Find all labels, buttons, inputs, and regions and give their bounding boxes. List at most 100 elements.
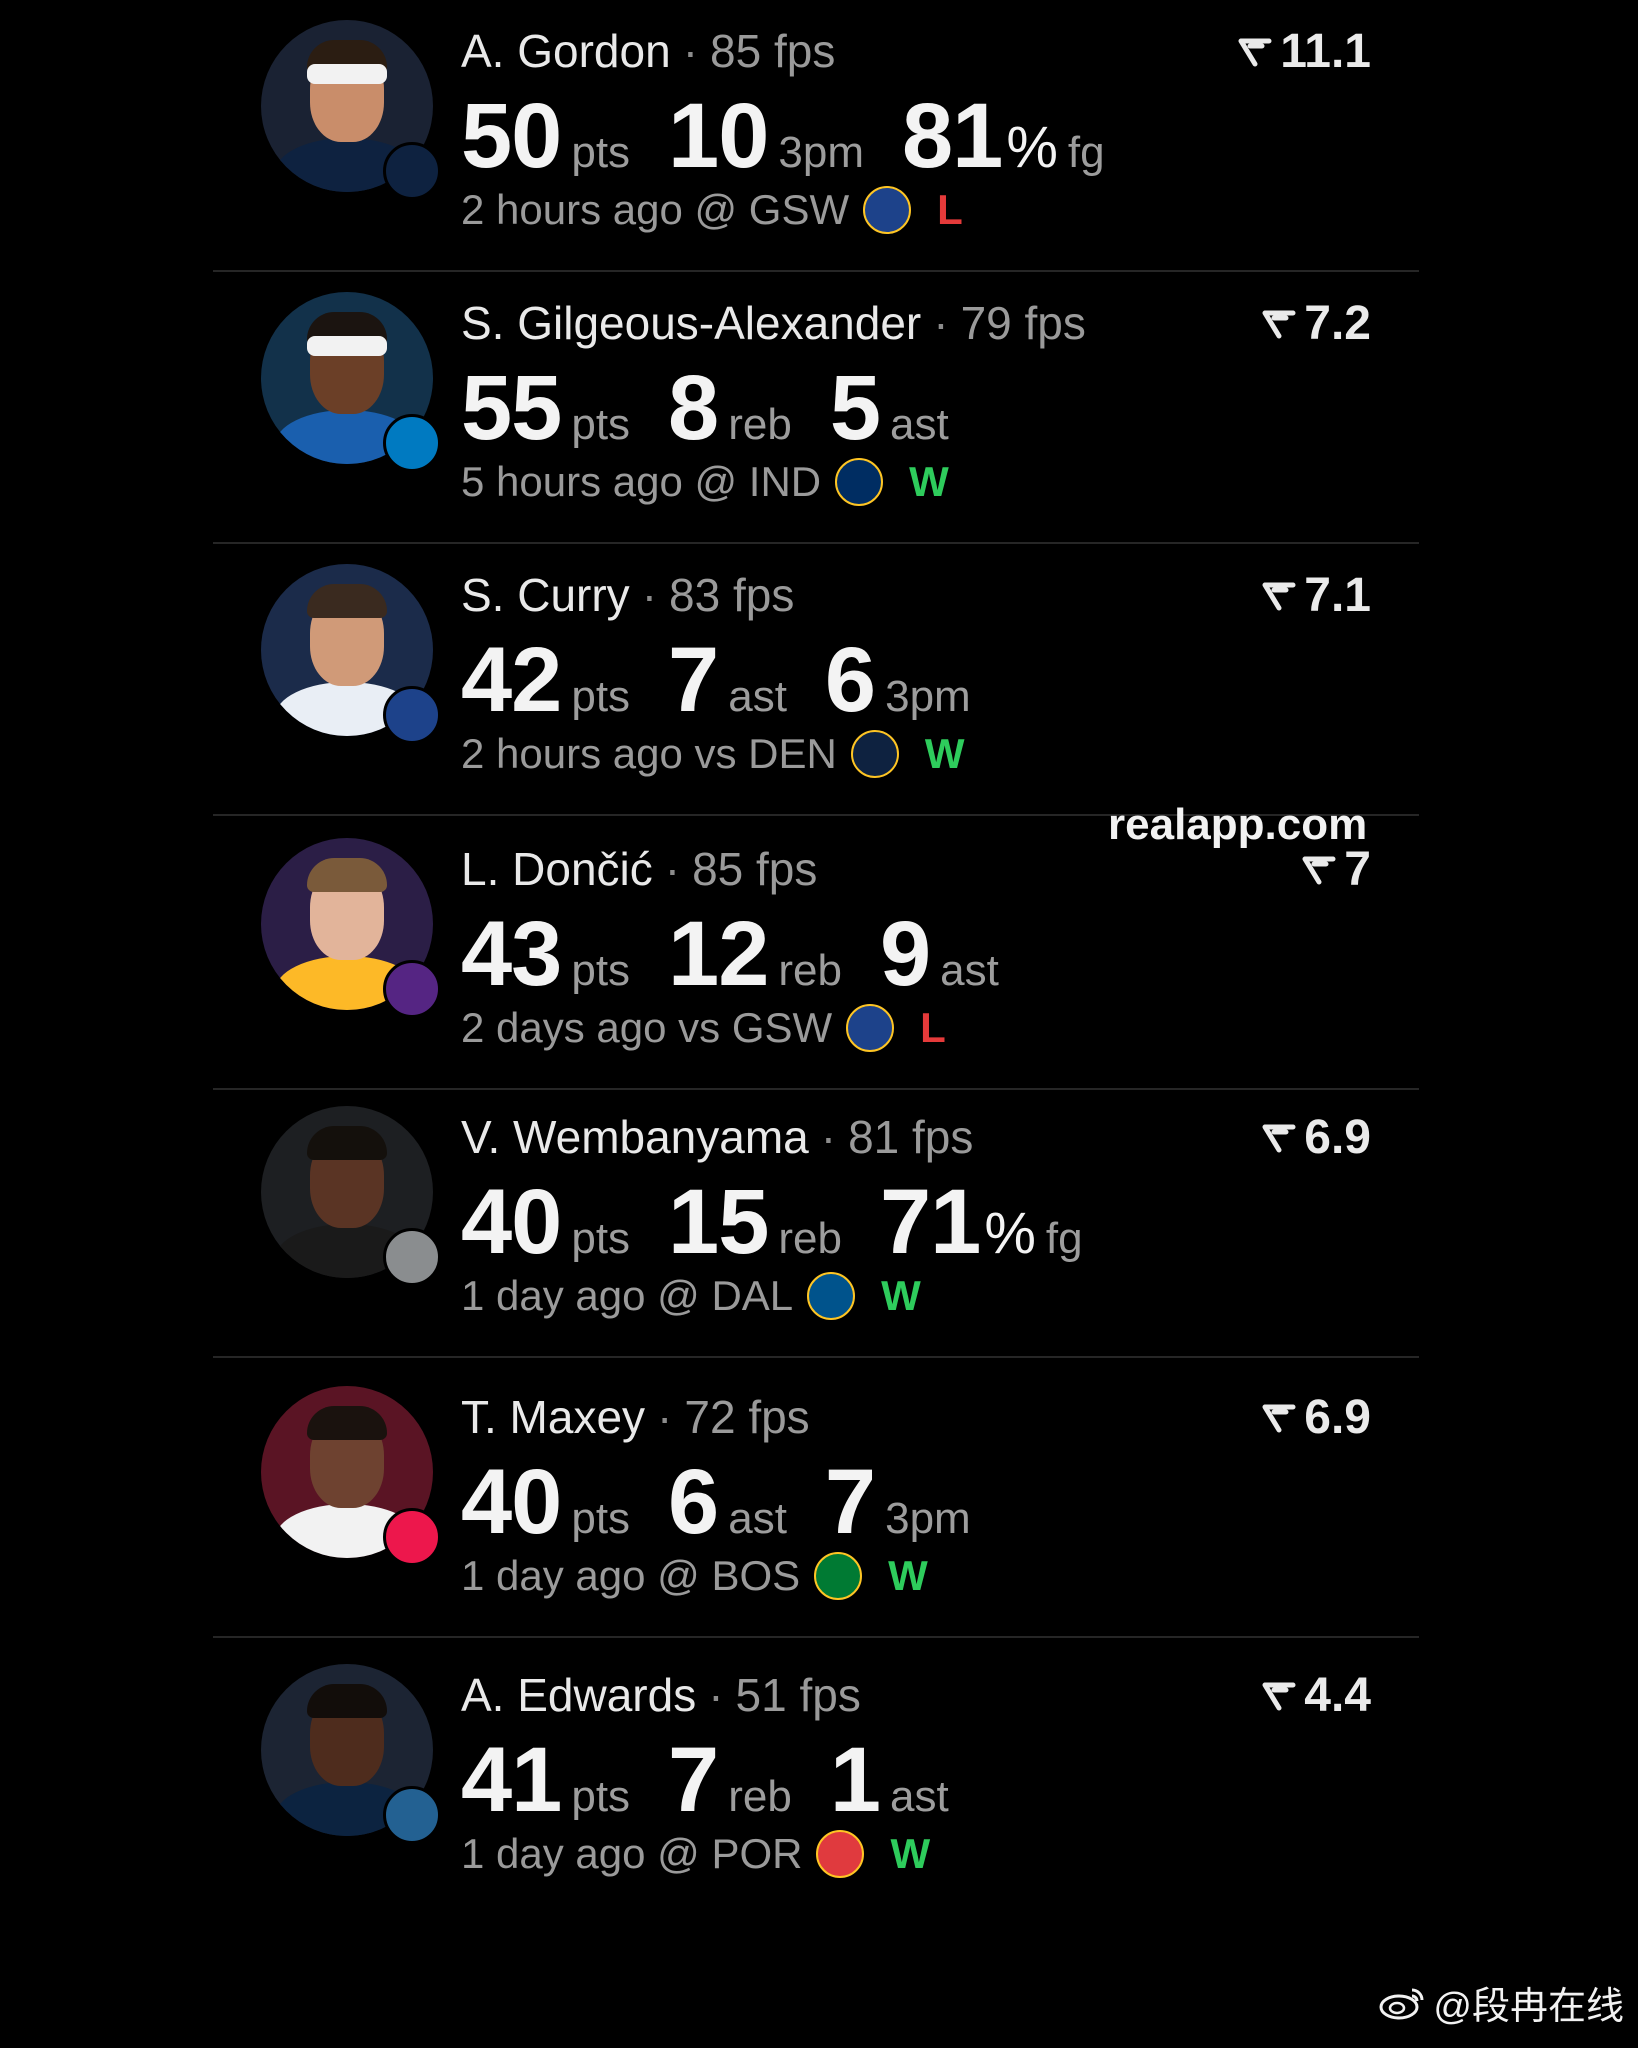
- stat: 15 reb: [668, 1170, 842, 1275]
- player-row[interactable]: A. Edwards · 51 fps 4.4 41 pts 7 reb 1 ast 1 day a…: [213, 1644, 1419, 1916]
- stat-unit: reb: [778, 946, 842, 995]
- stat: 10 3pm: [668, 84, 864, 189]
- game-info: 2 hours ago vs DEN W: [461, 730, 965, 778]
- stat: 7 reb: [668, 1728, 792, 1833]
- stat-line: 43 pts 12 reb 9 ast: [461, 902, 1037, 1007]
- hair: [307, 858, 387, 892]
- player-row[interactable]: A. Gordon · 85 fps 11.1 50 pts 10 3pm 81% fg 2 hou…: [213, 0, 1419, 272]
- player-name[interactable]: A. Gordon: [461, 25, 671, 77]
- player-avatar[interactable]: [261, 1386, 441, 1566]
- separator: ·: [641, 569, 658, 621]
- stat-number: 9: [879, 903, 931, 1005]
- stat-number: 7: [668, 1729, 719, 1831]
- player-header: A. Edwards · 51 fps: [461, 1668, 861, 1722]
- credit-text: @段冉在线: [1433, 1986, 1624, 2028]
- player-name[interactable]: S. Gilgeous-Alexander: [461, 297, 921, 349]
- nuggets-logo-icon: [383, 142, 441, 200]
- nuggets-logo-icon: [850, 730, 899, 778]
- rating-value: 11.1: [1280, 25, 1371, 78]
- rating-value: 7.1: [1304, 569, 1371, 622]
- player-avatar[interactable]: [261, 1664, 441, 1844]
- player-name[interactable]: T. Maxey: [461, 1391, 645, 1443]
- rating-value: 7.2: [1304, 297, 1371, 350]
- player-avatar[interactable]: [261, 564, 441, 744]
- fps-value: 85 fps: [710, 25, 836, 77]
- headband: [307, 64, 387, 84]
- warriors-logo-icon: [846, 1004, 895, 1052]
- rating-score: 11.1: [1238, 24, 1371, 79]
- stat-unit: reb: [778, 1214, 842, 1263]
- rating-score: 6.9: [1262, 1390, 1371, 1445]
- player-header: A. Gordon · 85 fps: [461, 24, 835, 78]
- player-header: V. Wembanyama · 81 fps: [461, 1110, 973, 1164]
- stat: 7 3pm: [825, 1450, 971, 1555]
- stat-unit: 3pm: [885, 1494, 971, 1543]
- stat-unit: ast: [728, 672, 787, 721]
- stat: 7 ast: [668, 628, 787, 733]
- game-info: 1 day ago @ DAL W: [461, 1272, 921, 1320]
- player-header: S. Curry · 83 fps: [461, 568, 794, 622]
- rating-arrow-icon: [1262, 310, 1296, 338]
- stat-number: 41: [461, 1729, 562, 1831]
- stat-unit: 3pm: [885, 672, 971, 721]
- stat-unit: pts: [571, 1494, 631, 1543]
- stat: 8 reb: [668, 356, 792, 461]
- rating-arrow-icon: [1262, 1682, 1296, 1710]
- stat-line: 50 pts 10 3pm 81% fg: [461, 84, 1143, 189]
- player-avatar[interactable]: [261, 1106, 441, 1286]
- thunder-logo-icon: [383, 414, 441, 472]
- stat-line: 41 pts 7 reb 1 ast: [461, 1728, 987, 1833]
- player-avatar[interactable]: [261, 20, 441, 200]
- rating-score: 4.4: [1262, 1668, 1371, 1723]
- weibo-credit: @段冉在线: [1379, 1975, 1624, 2030]
- rating-value: 6.9: [1304, 1111, 1371, 1164]
- rating-arrow-icon: [1262, 1124, 1296, 1152]
- player-header: L. Dončić · 85 fps: [461, 842, 817, 896]
- hair: [307, 584, 387, 618]
- stat-number: 1: [829, 1729, 881, 1831]
- stat-line: 55 pts 8 reb 5 ast: [461, 356, 987, 461]
- fps-value: 79 fps: [960, 297, 1086, 349]
- player-row[interactable]: T. Maxey · 72 fps 6.9 40 pts 6 ast 7 3pm 1 day ago…: [213, 1366, 1419, 1638]
- player-row[interactable]: S. Curry · 83 fps 7.1 42 pts 7 ast 6 3pm 2 hours a…: [213, 544, 1419, 816]
- stat-number: 12: [668, 903, 769, 1005]
- game-info: 5 hours ago @ IND W: [461, 458, 949, 506]
- stat-number: 71: [879, 1171, 981, 1273]
- player-avatar[interactable]: [261, 838, 441, 1018]
- separator: ·: [933, 297, 949, 349]
- stat: 1 ast: [830, 1728, 949, 1833]
- player-row[interactable]: L. Dončić · 85 fps 7 43 pts 12 reb 9 ast 2 days ag…: [213, 818, 1419, 1090]
- rating-arrow-icon: [1262, 1404, 1296, 1432]
- player-row[interactable]: V. Wembanyama · 81 fps 6.9 40 pts 15 reb 71% fg 1 …: [213, 1086, 1419, 1358]
- percent-sign: %: [1006, 115, 1058, 180]
- game-time-opponent: 5 hours ago @ IND: [461, 458, 822, 505]
- stat: 50 pts: [461, 84, 630, 189]
- fps-value: 81 fps: [848, 1111, 974, 1163]
- player-name[interactable]: V. Wembanyama: [461, 1111, 809, 1163]
- watermark: realapp.com: [1108, 800, 1368, 849]
- weibo-icon: [1379, 1988, 1424, 2019]
- fps-value: 83 fps: [669, 569, 795, 621]
- player-row[interactable]: S. Gilgeous-Alexander · 79 fps 7.2 55 pts 8 reb…: [213, 272, 1419, 544]
- player-name[interactable]: S. Curry: [461, 569, 630, 621]
- stat-unit: pts: [571, 400, 631, 449]
- hair: [307, 1126, 387, 1160]
- rating-score: 6.9: [1262, 1110, 1371, 1165]
- player-header: T. Maxey · 72 fps: [461, 1390, 810, 1444]
- stat-number: 42: [461, 629, 562, 731]
- separator: ·: [708, 1669, 724, 1721]
- rating-score: 7: [1302, 842, 1371, 897]
- game-time-opponent: 1 day ago @ POR: [461, 1830, 803, 1877]
- lakers-logo-icon: [383, 960, 441, 1018]
- stat-line: 40 pts 6 ast 7 3pm: [461, 1450, 1009, 1555]
- player-name[interactable]: L. Dončić: [461, 843, 653, 895]
- stat: 12 reb: [668, 902, 842, 1007]
- stat-number: 5: [829, 357, 881, 459]
- fps-value: 72 fps: [684, 1391, 810, 1443]
- player-name[interactable]: A. Edwards: [461, 1669, 696, 1721]
- fps-value: 85 fps: [692, 843, 818, 895]
- stat: 6 ast: [668, 1450, 787, 1555]
- stat-number: 6: [668, 1451, 719, 1553]
- player-avatar[interactable]: [261, 292, 441, 472]
- stat-line: 40 pts 15 reb 71% fg: [461, 1170, 1121, 1275]
